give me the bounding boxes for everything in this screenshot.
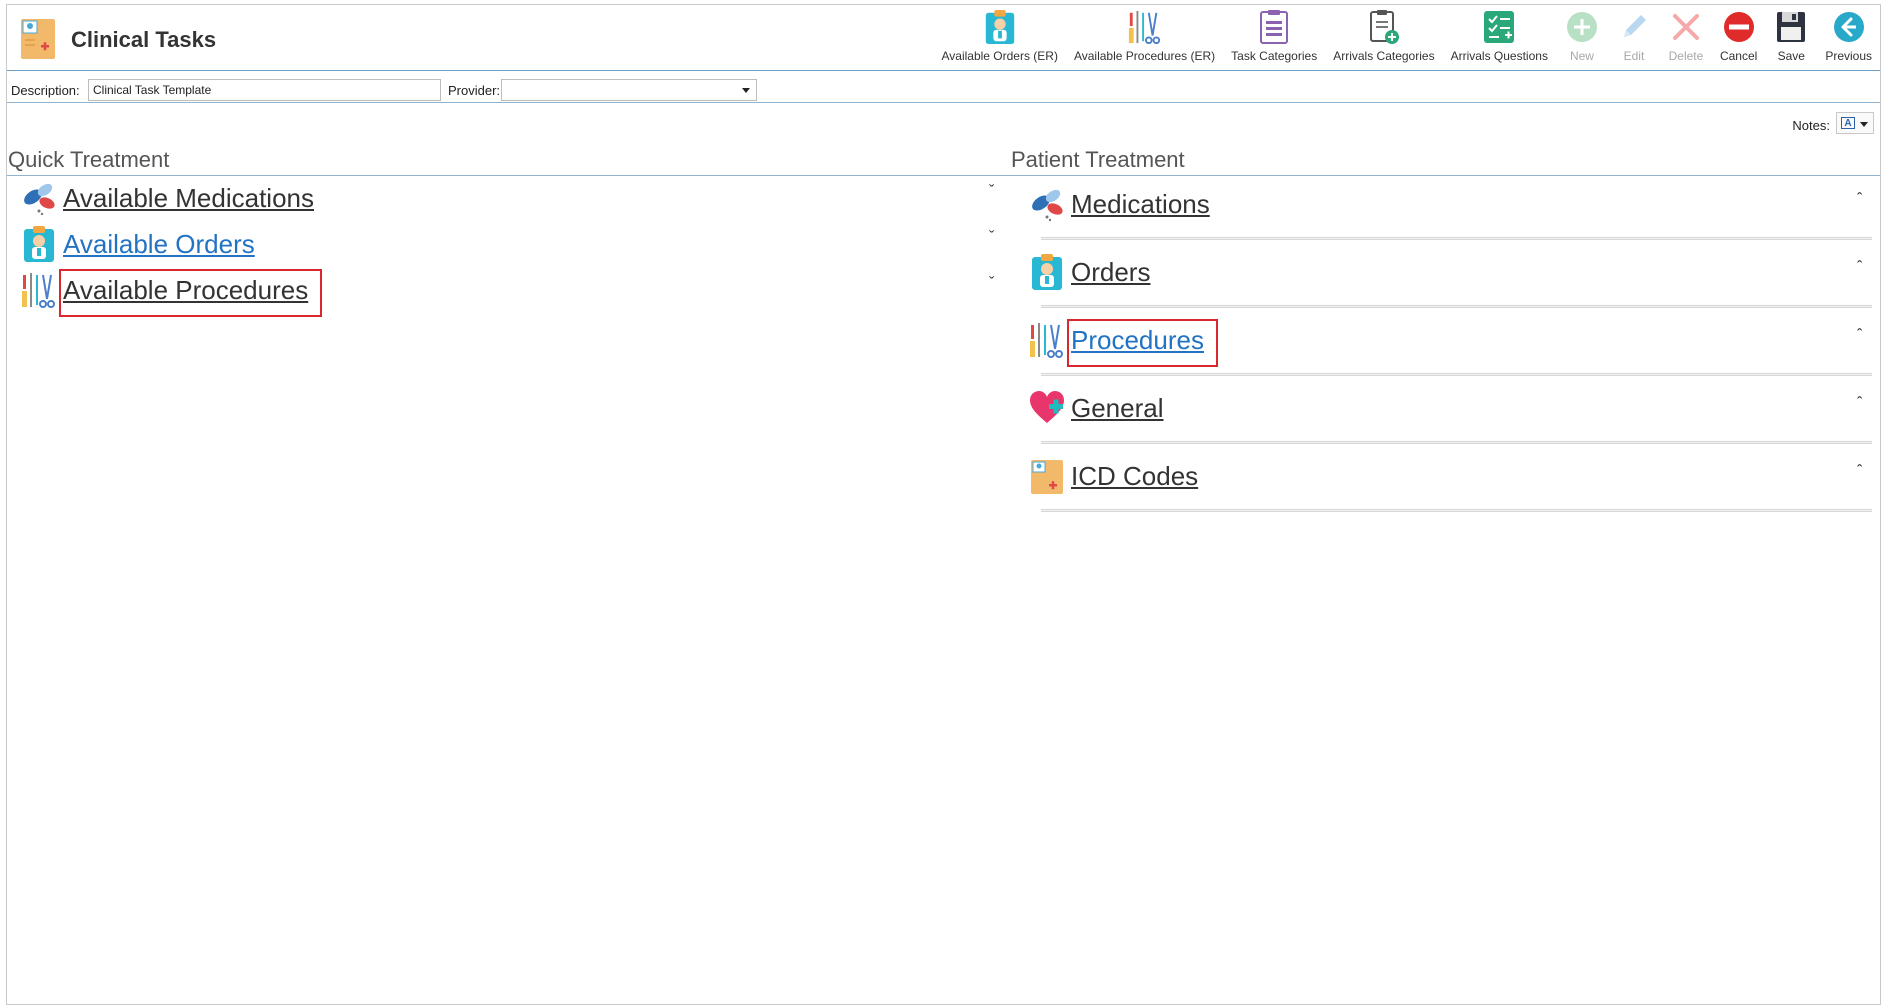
no-entry-icon [1721,9,1757,45]
task-categories-button[interactable]: Task Categories [1223,5,1325,67]
form-row: Description: Provider: [7,75,1880,103]
previous-button[interactable]: Previous [1817,5,1880,67]
floppy-disk-icon [1773,9,1809,45]
section-divider [7,175,1880,176]
collapse-chevron-icon[interactable]: ˆ [1857,327,1862,345]
toolbar-button-label: Task Categories [1231,49,1318,63]
orders-icon [1029,253,1065,291]
toolbar-button-label: Delete [1668,49,1704,63]
procedures-icon [1029,321,1065,359]
quick-treatment-item: Available Medications ˇ [21,179,1011,219]
row-divider [1041,509,1872,512]
collapse-chevron-icon[interactable]: ˆ [1857,191,1862,209]
toolbar-button-label: Arrivals Categories [1333,49,1435,63]
toolbar: Available Orders (ER) Available Procedure… [933,5,1880,71]
toolbar-button-label: Available Procedures (ER) [1073,49,1216,63]
notes-format-button[interactable]: A [1836,112,1874,134]
quick-treatment-title: Quick Treatment [8,147,170,172]
procedures-icon [1127,9,1163,45]
patient-treatment-item: Medications ˆ [1029,185,1872,225]
arrivals-questions-button[interactable]: Arrivals Questions [1443,5,1556,67]
dropdown-caret-icon [1860,122,1868,127]
x-icon [1668,9,1704,45]
toolbar-button-label: Arrivals Questions [1450,49,1548,63]
save-button[interactable]: Save [1765,5,1817,67]
toolbar-button-label: Available Orders (ER) [941,49,1058,63]
orders-icon [982,9,1018,45]
delete-button[interactable]: Delete [1660,5,1712,67]
new-button[interactable]: New [1556,5,1608,67]
main-window: Clinical Tasks Available Orders (ER) Avai… [6,4,1881,1005]
toolbar-button-label: Cancel [1719,49,1758,63]
patient-treatment-link[interactable]: ICD Codes [1071,461,1198,492]
highlight-box [1067,319,1218,367]
toolbar-button-label: Previous [1825,49,1872,63]
page-title: Clinical Tasks [71,27,217,52]
pencil-icon [1616,9,1652,45]
plus-circle-icon [1564,9,1600,45]
arrow-left-circle-icon [1831,9,1867,45]
description-input[interactable] [88,79,441,101]
medical-folder-icon [1029,457,1065,495]
header-bar: Clinical Tasks Available Orders (ER) Avai… [7,5,1880,71]
patient-treatment-link[interactable]: Orders [1071,257,1150,288]
row-divider [1041,441,1872,444]
orders-icon [21,225,57,263]
provider-dropdown[interactable] [501,79,757,101]
toolbar-button-label: New [1569,49,1594,63]
row-divider [1041,373,1872,376]
collapse-chevron-icon[interactable]: ˆ [1857,463,1862,481]
text-format-icon: A [1841,117,1855,129]
heart-plus-icon [1029,389,1065,427]
procedures-icon [21,271,57,309]
expand-chevron-icon[interactable]: ˇ [989,229,994,247]
quick-treatment-link[interactable]: Available Orders [63,229,255,260]
collapse-chevron-icon[interactable]: ˆ [1857,395,1862,413]
clipboard-add-icon [1366,9,1402,45]
patient-treatment-link[interactable]: General [1071,393,1164,424]
checklist-icon [1481,9,1517,45]
arrivals-categories-button[interactable]: Arrivals Categories [1325,5,1442,67]
pills-icon [1029,185,1065,223]
notes-label: Notes: [1792,118,1830,133]
dropdown-caret-icon [742,88,750,93]
row-divider [1041,305,1872,308]
clipboard-list-icon [1256,9,1292,45]
patient-treatment-item: Orders ˆ [1029,253,1872,293]
available-procedures-er-button[interactable]: Available Procedures (ER) [1066,5,1223,67]
patient-treatment-title: Patient Treatment [1011,147,1185,172]
toolbar-button-label: Save [1777,49,1805,63]
cancel-button[interactable]: Cancel [1712,5,1765,67]
row-divider [1041,237,1872,240]
collapse-chevron-icon[interactable]: ˆ [1857,259,1862,277]
toolbar-button-label: Edit [1623,49,1645,63]
medical-folder-icon [21,19,55,59]
patient-treatment-item: ICD Codes ˆ [1029,457,1872,497]
description-label: Description: [11,83,80,98]
expand-chevron-icon[interactable]: ˇ [989,275,994,293]
pills-icon [21,179,57,217]
patient-treatment-link[interactable]: Medications [1071,189,1210,220]
expand-chevron-icon[interactable]: ˇ [989,183,994,201]
provider-label: Provider: [448,83,501,98]
quick-treatment-link[interactable]: Available Medications [63,183,314,214]
highlight-box [59,269,322,317]
edit-button[interactable]: Edit [1608,5,1660,67]
patient-treatment-item: General ˆ [1029,389,1872,429]
quick-treatment-item: Available Orders ˇ [21,225,1011,265]
available-orders-er-button[interactable]: Available Orders (ER) [933,5,1065,67]
